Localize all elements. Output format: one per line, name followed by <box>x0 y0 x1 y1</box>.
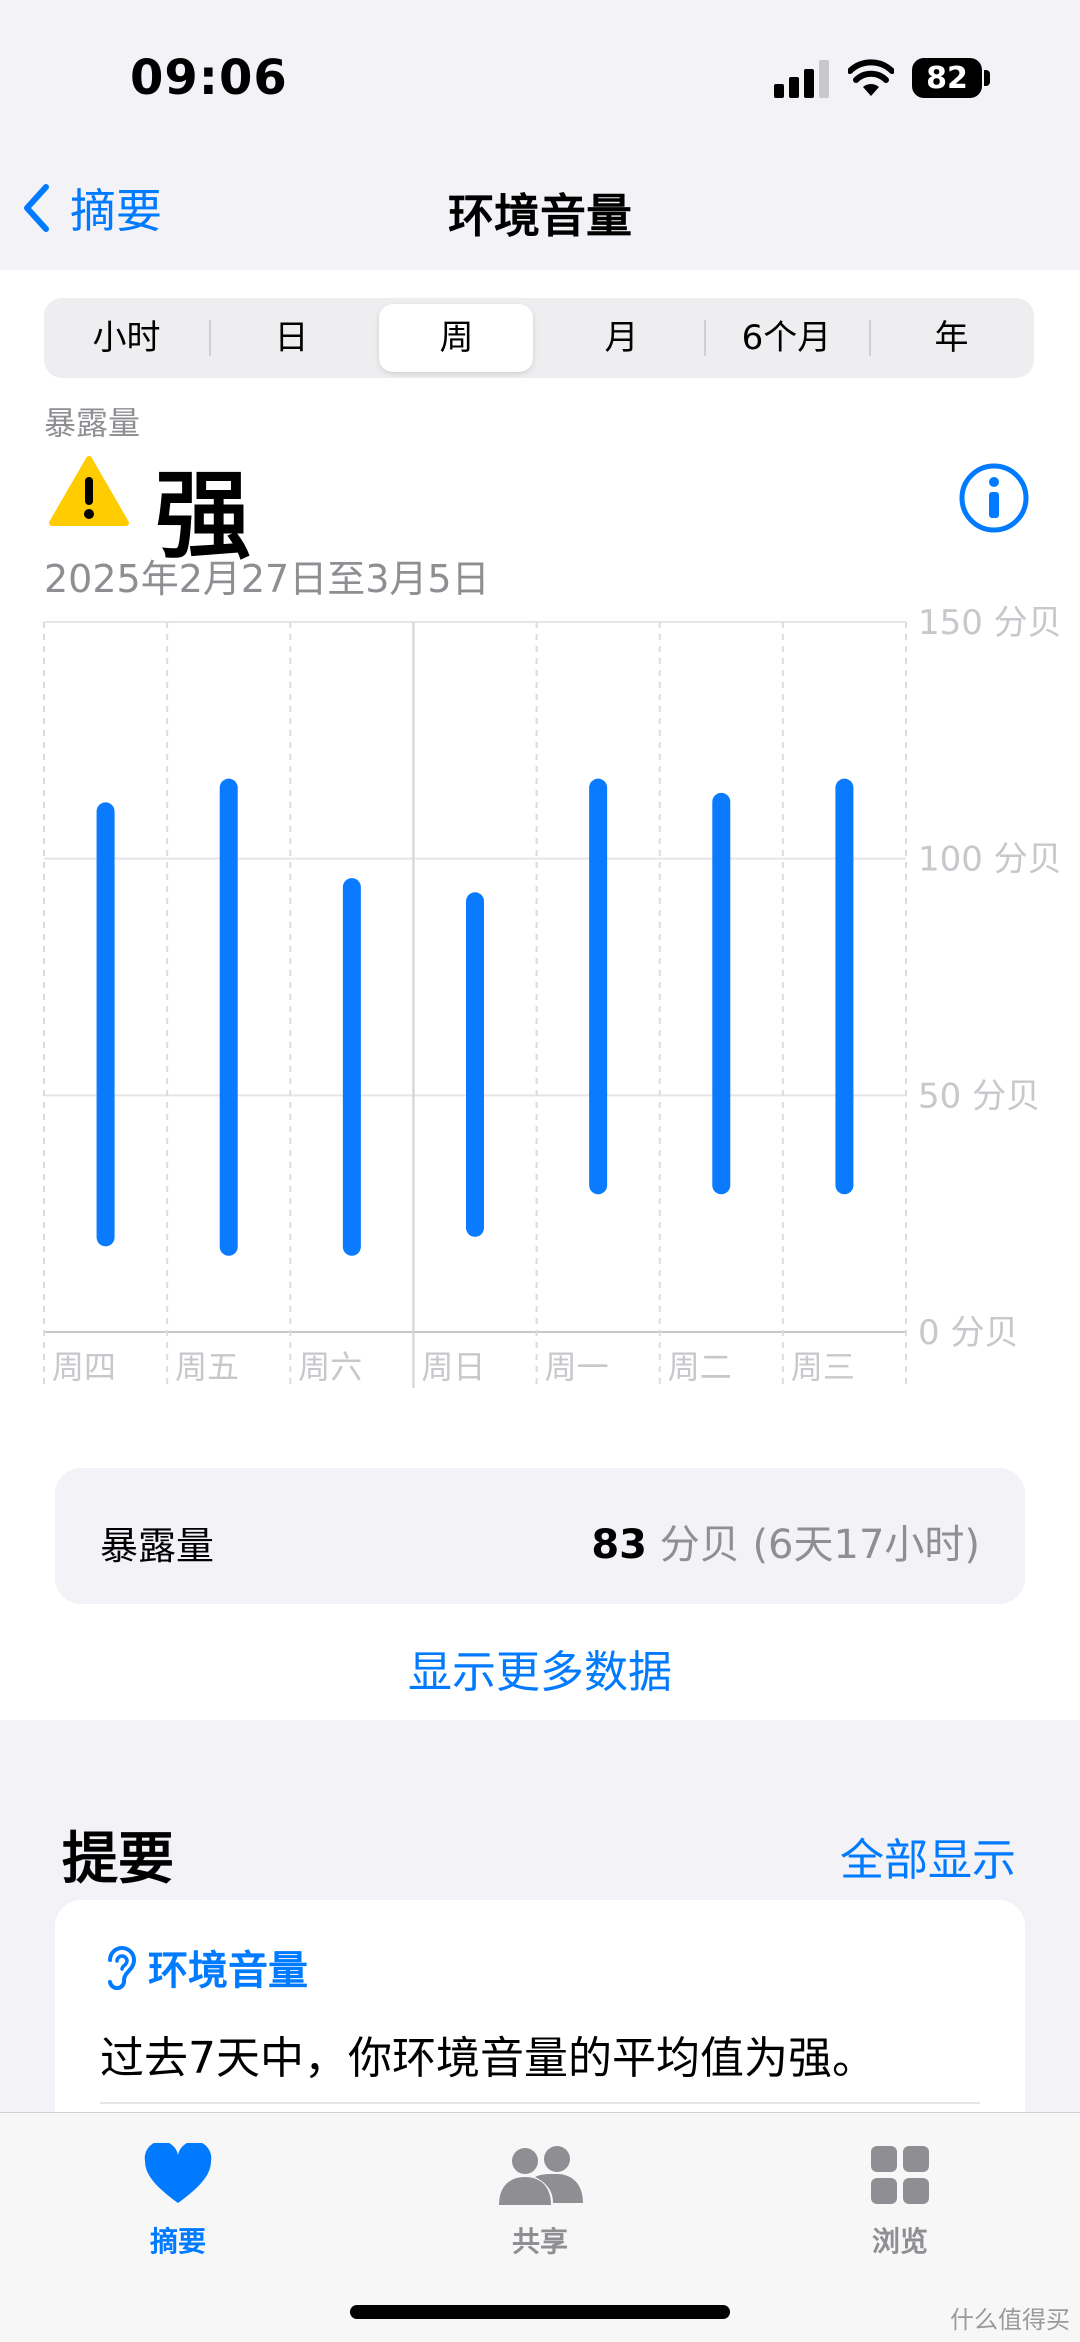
exposure-value: 83 <box>591 1522 647 1568</box>
exposure-row-value: 83 分贝 (6天17小时) <box>591 1512 980 1570</box>
tab-sharing-label: 共享 <box>511 2225 568 2258</box>
x-tick-label: 周三 <box>791 1348 855 1386</box>
tab-browse-label: 浏览 <box>871 2225 928 2258</box>
y-tick-label: 150 分贝 <box>918 603 1062 643</box>
battery-indicator: 82 <box>912 58 982 98</box>
time-range-segmented-control: 小时 日 周 月 6个月 年 <box>44 298 1034 378</box>
segment-6-months[interactable]: 6个月 <box>704 298 869 378</box>
wifi-icon <box>848 59 894 96</box>
highlight-category: 环境音量 <box>100 1938 308 1996</box>
watermark: 什么值得买 <box>950 2306 1070 2334</box>
x-tick-label: 周日 <box>421 1348 485 1386</box>
battery-tip <box>984 70 990 86</box>
x-tick-label: 周一 <box>545 1348 609 1386</box>
highlight-text: 过去7天中，你环境音量的平均值为强。 <box>100 2033 876 2084</box>
segment-day[interactable]: 日 <box>209 298 374 378</box>
grid-icon <box>871 2146 929 2204</box>
segment-week[interactable]: 周 <box>374 298 539 378</box>
x-tick-label: 周六 <box>298 1348 362 1386</box>
home-indicator <box>350 2305 730 2319</box>
y-tick-label: 100 分贝 <box>918 840 1062 880</box>
x-tick-label: 周二 <box>668 1348 732 1386</box>
tab-summary[interactable]: 摘要 <box>78 2130 278 2260</box>
exposure-duration: (6天17小时) <box>752 1522 980 1568</box>
exposure-row-label: 暴露量 <box>100 1524 215 1568</box>
segment-month[interactable]: 月 <box>539 298 704 378</box>
heart-icon <box>144 2143 212 2203</box>
signal-icon <box>774 60 829 98</box>
tab-sharing[interactable]: 共享 <box>440 2130 640 2260</box>
y-tick-label: 50 分贝 <box>918 1076 1040 1116</box>
segment-hour[interactable]: 小时 <box>44 298 209 378</box>
exposure-label: 暴露量 <box>44 404 141 442</box>
info-icon[interactable] <box>958 462 1030 534</box>
segment-year[interactable]: 年 <box>869 298 1034 378</box>
status-time: 09:06 <box>130 50 288 106</box>
x-tick-label: 周五 <box>175 1348 239 1386</box>
highlight-divider <box>100 2102 980 2104</box>
show-more-data-link[interactable]: 显示更多数据 <box>0 1636 1080 1700</box>
x-tick-label: 周四 <box>52 1348 116 1386</box>
page-title: 环境音量 <box>448 189 632 243</box>
warning-icon <box>49 456 129 526</box>
ear-icon <box>108 1946 137 1990</box>
exposure-unit: 分贝 <box>659 1522 740 1568</box>
show-all-link[interactable]: 全部显示 <box>840 1824 1016 1888</box>
highlights-title: 提要 <box>62 1827 174 1892</box>
tab-browse[interactable]: 浏览 <box>800 2130 1000 2260</box>
highlight-category-label: 环境音量 <box>148 1948 308 1994</box>
y-tick-label: 0 分贝 <box>918 1313 1018 1353</box>
exposure-chart: 0 分贝 50 分贝 100 分贝 150 分贝周四 周五 周六 周日 周一 周二 周三 <box>43 603 1062 1388</box>
people-icon <box>499 2146 583 2205</box>
date-range: 2025年2月27日至3月5日 <box>44 557 490 601</box>
tab-summary-label: 摘要 <box>149 2225 206 2258</box>
